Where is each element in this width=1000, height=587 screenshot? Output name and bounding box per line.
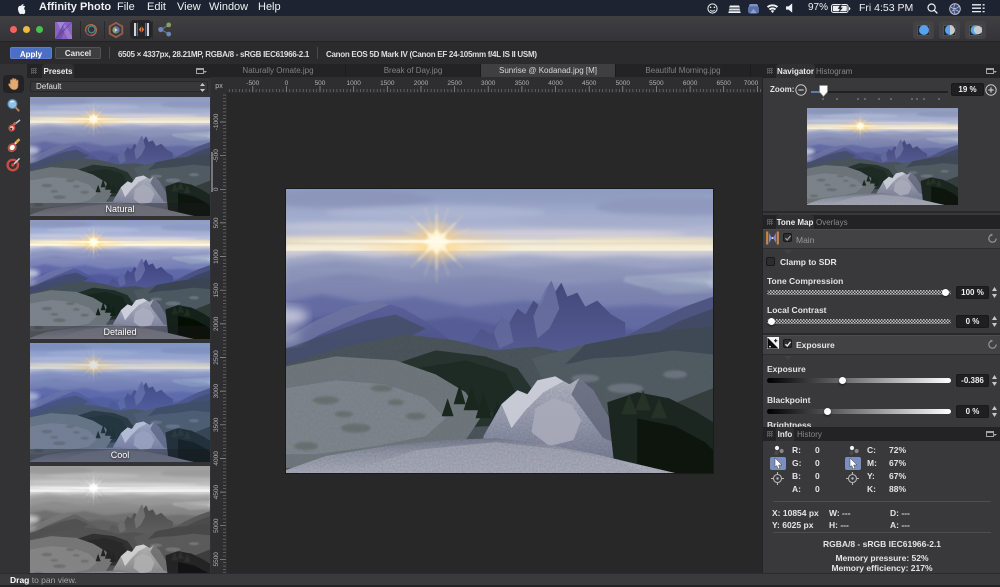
svg-text:500: 500 xyxy=(315,80,326,87)
svg-text:-500: -500 xyxy=(213,149,220,162)
svg-text:5000: 5000 xyxy=(616,80,631,87)
svg-text:1000: 1000 xyxy=(213,249,220,264)
svg-text:2000: 2000 xyxy=(213,316,220,331)
svg-text:3500: 3500 xyxy=(213,417,220,432)
svg-text:0: 0 xyxy=(285,80,289,87)
svg-text:2500: 2500 xyxy=(213,350,220,365)
svg-text:5000: 5000 xyxy=(213,518,220,533)
svg-text:3000: 3000 xyxy=(213,383,220,398)
svg-text:4500: 4500 xyxy=(582,80,597,87)
svg-text:1500: 1500 xyxy=(380,80,395,87)
svg-text:4500: 4500 xyxy=(213,484,220,499)
svg-text:1500: 1500 xyxy=(213,283,220,298)
svg-text:-1000: -1000 xyxy=(213,113,220,130)
svg-text:500: 500 xyxy=(213,217,220,228)
svg-text:4000: 4000 xyxy=(548,80,563,87)
svg-text:6000: 6000 xyxy=(683,80,698,87)
svg-text:3500: 3500 xyxy=(515,80,530,87)
svg-text:7000: 7000 xyxy=(744,80,759,87)
svg-text:0: 0 xyxy=(213,187,220,191)
svg-text:1000: 1000 xyxy=(346,80,361,87)
svg-text:-500: -500 xyxy=(246,80,259,87)
svg-text:6500: 6500 xyxy=(716,80,731,87)
svg-text:3000: 3000 xyxy=(481,80,496,87)
svg-text:5500: 5500 xyxy=(649,80,664,87)
svg-text:2500: 2500 xyxy=(447,80,462,87)
svg-text:4000: 4000 xyxy=(213,451,220,466)
svg-text:2000: 2000 xyxy=(414,80,429,87)
svg-text:5500: 5500 xyxy=(213,552,220,567)
